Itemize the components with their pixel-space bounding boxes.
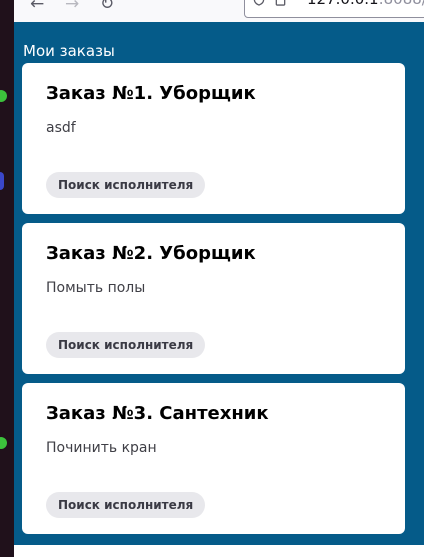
order-description: Починить кран bbox=[46, 440, 157, 456]
forward-arrow-icon[interactable]: → bbox=[65, 0, 79, 14]
browser-toolbar: ← → ↻ 127.0.0.1:8088/o bbox=[14, 0, 424, 22]
os-dock-strip bbox=[0, 0, 14, 557]
page-content: Мои заказы Заказ №1. Уборщик asdf Поиск … bbox=[14, 22, 424, 557]
reload-icon[interactable]: ↻ bbox=[100, 0, 114, 14]
page-title: Мои заказы bbox=[23, 42, 115, 60]
url-text: 127.0.0.1:8088/o bbox=[307, 0, 424, 7]
dock-app-icon[interactable] bbox=[0, 90, 7, 102]
order-title: Заказ №1. Уборщик bbox=[46, 83, 256, 104]
url-host: 127.0.0.1 bbox=[307, 0, 379, 8]
dock-app-icon[interactable] bbox=[0, 437, 7, 449]
dock-app-icon[interactable] bbox=[0, 172, 4, 190]
shield-icon[interactable] bbox=[253, 0, 265, 6]
lock-icon[interactable] bbox=[275, 0, 286, 6]
url-path: :8088/o bbox=[379, 0, 424, 8]
status-badge: Поиск исполнителя bbox=[46, 172, 206, 198]
order-card[interactable]: Заказ №1. Уборщик asdf Поиск исполнителя bbox=[22, 63, 405, 214]
order-card[interactable]: Заказ №2. Уборщик Помыть полы Поиск испо… bbox=[22, 223, 405, 374]
status-badge: Поиск исполнителя bbox=[46, 492, 206, 518]
back-arrow-icon[interactable]: ← bbox=[30, 0, 44, 14]
status-badge: Поиск исполнителя bbox=[46, 332, 206, 358]
orders-panel: Мои заказы Заказ №1. Уборщик asdf Поиск … bbox=[14, 22, 424, 545]
order-description: asdf bbox=[46, 120, 76, 136]
url-bar[interactable]: 127.0.0.1:8088/o bbox=[244, 0, 424, 18]
order-title: Заказ №3. Сантехник bbox=[46, 403, 269, 424]
order-card[interactable]: Заказ №3. Сантехник Починить кран Поиск … bbox=[22, 383, 405, 534]
order-title: Заказ №2. Уборщик bbox=[46, 243, 256, 264]
order-description: Помыть полы bbox=[46, 280, 146, 296]
